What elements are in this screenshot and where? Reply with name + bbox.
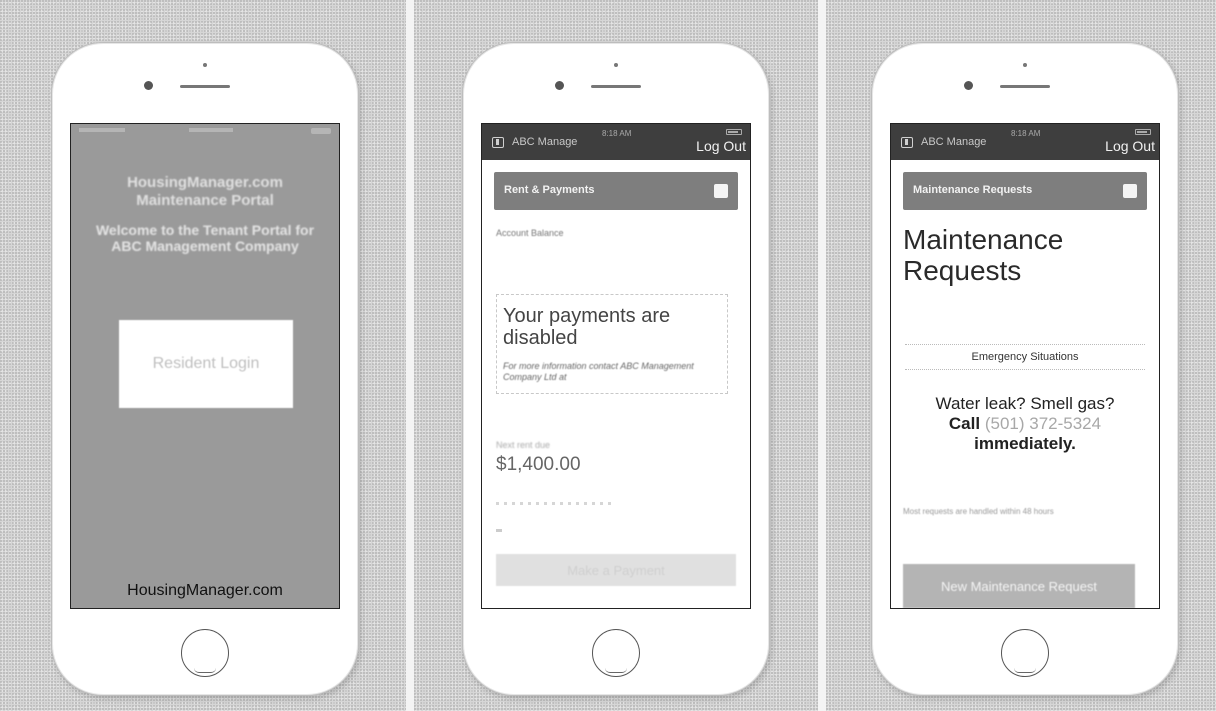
front-camera [203,63,207,67]
logout-button[interactable]: Log Out [696,138,746,154]
resident-login-button[interactable]: Resident Login [119,320,293,408]
payments-screen: ABC Manage 8:18 AM Log Out Rent & Paymen… [481,123,751,609]
section-title: Rent & Payments [504,184,595,196]
new-maintenance-request-button[interactable]: New Maintenance Request [903,564,1135,608]
portal-title: HousingManager.com Maintenance Portal [127,174,283,209]
callout-question: Water leak? Smell gas? [935,394,1115,413]
section-selector[interactable]: Rent & Payments [494,172,738,210]
response-time-note: Most requests are handled within 48 hour… [903,507,1054,516]
app-name: ABC Manage [512,136,578,148]
rent-due-label: Next rent due [496,440,551,450]
emergency-phone-link[interactable]: (501) 372-5324 [985,414,1101,433]
status-clock: 8:18 AM [1011,129,1041,138]
faint-detail-mark [496,529,502,532]
building-logo-icon [901,137,913,148]
battery-icon [311,128,331,134]
phone-frame-maintenance: ABC Manage 8:18 AM Log Out Maintenance R… [871,42,1179,696]
earpiece-speaker [180,85,230,88]
home-button[interactable] [181,629,229,677]
login-screen: HousingManager.com Maintenance Portal We… [70,123,340,609]
building-logo-icon [492,137,504,148]
panel-divider [406,0,414,711]
faint-detail-line [496,502,616,505]
home-button[interactable] [1001,629,1049,677]
earpiece-speaker [1000,85,1050,88]
app-header: ABC Manage 8:18 AM Log Out [482,124,750,160]
app-header: ABC Manage 8:18 AM Log Out [891,124,1159,160]
status-bar [79,128,331,134]
page-title: Maintenance Requests [903,224,1064,286]
sensor-dot [555,81,564,90]
app-name: ABC Manage [921,136,987,148]
section-title: Maintenance Requests [913,184,1033,196]
panel-divider [818,0,826,711]
status-clock: 8:18 AM [602,129,632,138]
front-camera [1023,63,1027,67]
callout-immediately: immediately. [974,434,1076,453]
home-button[interactable] [592,629,640,677]
menu-toggle-icon[interactable] [1123,184,1137,198]
payments-disabled-notice: Your payments are disabled For more info… [496,294,728,394]
notice-body: For more information contact ABC Managem… [503,361,694,382]
logout-button[interactable]: Log Out [1105,138,1155,154]
emergency-callout: Water leak? Smell gas? Call (501) 372-53… [901,394,1149,454]
earpiece-speaker [591,85,641,88]
rent-amount: $1,400.00 [496,454,581,475]
sensor-dot [964,81,973,90]
phone-frame-login: HousingManager.com Maintenance Portal We… [51,42,359,696]
sensor-dot [144,81,153,90]
menu-toggle-icon[interactable] [714,184,728,198]
notice-heading: Your payments are disabled [503,305,671,349]
battery-icon [1135,129,1151,135]
callout-call-word: Call [948,414,981,433]
make-payment-button[interactable]: Make a Payment [496,554,736,586]
section-selector[interactable]: Maintenance Requests [903,172,1147,210]
account-balance-label: Account Balance [496,228,564,238]
site-footer: HousingManager.com [127,582,283,599]
phone-frame-payments: ABC Manage 8:18 AM Log Out Rent & Paymen… [462,42,770,696]
emergency-label: Emergency Situations [971,351,1079,363]
emergency-section-header: Emergency Situations [905,344,1145,370]
time-indicator [189,128,233,132]
carrier-indicator [79,128,125,132]
portal-subtitle: Welcome to the Tenant Portal for ABC Man… [95,222,315,254]
front-camera [614,63,618,67]
battery-icon [726,129,742,135]
maintenance-screen: ABC Manage 8:18 AM Log Out Maintenance R… [890,123,1160,609]
